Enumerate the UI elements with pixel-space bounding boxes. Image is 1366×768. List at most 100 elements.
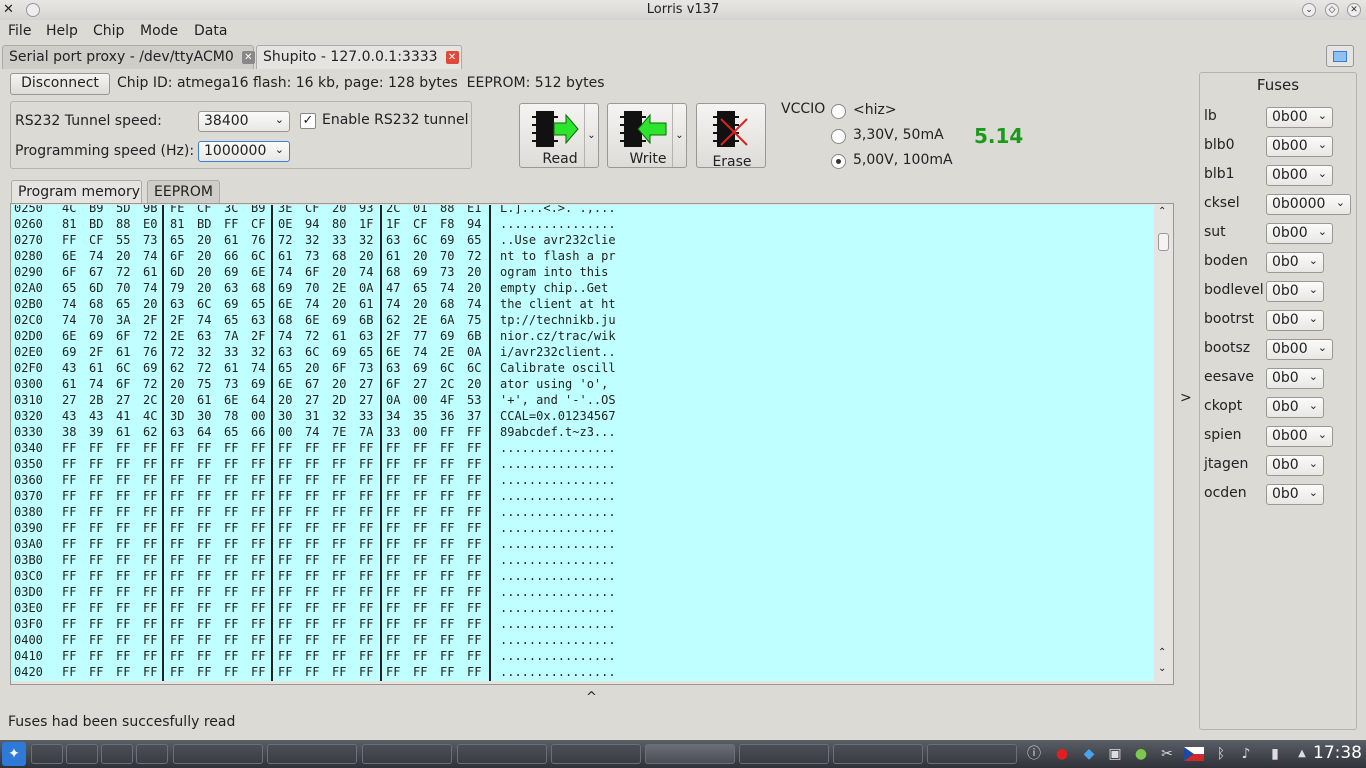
hex-byte[interactable]: FF [305, 521, 319, 535]
hex-byte[interactable]: 62 [170, 361, 184, 375]
hex-byte[interactable]: FF [116, 617, 130, 631]
write-button[interactable]: Write ⌄ [607, 103, 687, 168]
hex-byte[interactable]: FF [332, 489, 346, 503]
hex-byte[interactable]: FF [386, 457, 400, 471]
taskbar-window-3[interactable] [362, 744, 452, 764]
hex-byte[interactable]: 6F [386, 377, 400, 391]
hex-byte[interactable]: 41 [116, 409, 130, 423]
hex-byte[interactable]: FF [89, 633, 103, 647]
hex-byte[interactable]: FF [197, 505, 211, 519]
hex-byte[interactable]: FF [62, 633, 76, 647]
hex-byte[interactable]: FF [197, 441, 211, 455]
hex-byte[interactable]: 4C [62, 205, 76, 215]
hex-byte[interactable]: 2F [170, 313, 184, 327]
hex-byte[interactable]: 74 [89, 377, 103, 391]
hex-byte[interactable]: FF [278, 537, 292, 551]
hex-byte[interactable]: 55 [116, 233, 130, 247]
taskbar-window-2[interactable] [267, 744, 357, 764]
hex-byte[interactable]: FF [224, 457, 238, 471]
hex-byte[interactable]: 27 [359, 393, 373, 407]
opera-tray-icon[interactable]: ● [1053, 745, 1071, 763]
hex-byte[interactable]: 65 [224, 425, 238, 439]
hex-byte[interactable]: FF [413, 505, 427, 519]
clock[interactable]: 17:38 [1313, 743, 1362, 763]
fuse-select-bootsz[interactable]: 0b00 ⌄ [1266, 339, 1333, 360]
hex-byte[interactable]: FF [440, 473, 454, 487]
hex-ascii[interactable]: CCAL=0x.01234567 [500, 409, 616, 423]
page-up-icon[interactable]: ⌃ [1158, 647, 1166, 658]
hex-ascii[interactable]: ................ [500, 649, 616, 663]
hex-byte[interactable]: 2F [89, 345, 103, 359]
hex-byte[interactable]: 63 [386, 361, 400, 375]
hex-byte[interactable]: 68 [278, 313, 292, 327]
hex-byte[interactable]: FF [224, 217, 238, 231]
hex-ascii[interactable]: ................ [500, 537, 616, 551]
scroll-down-icon[interactable]: ⌄ [1158, 663, 1166, 674]
hex-byte[interactable]: 61 [89, 361, 103, 375]
hex-byte[interactable]: FF [116, 665, 130, 679]
taskbar-terminal[interactable] [173, 744, 263, 764]
hex-ascii[interactable]: '+', and '-'..OS [500, 393, 616, 407]
hex-byte[interactable]: 00 [251, 409, 265, 423]
hex-byte[interactable]: 0A [386, 393, 400, 407]
scissors-icon[interactable]: ✂ [1158, 745, 1176, 763]
collapse-arrow-icon[interactable]: ^ [586, 690, 597, 705]
hex-byte[interactable]: FF [197, 649, 211, 663]
hex-ascii[interactable]: ator using 'o', [500, 377, 616, 391]
hex-byte[interactable]: FF [251, 553, 265, 567]
hex-byte[interactable]: FF [413, 601, 427, 615]
hex-byte[interactable]: 20 [305, 361, 319, 375]
hex-byte[interactable]: 2C [386, 205, 400, 215]
hex-byte[interactable]: FF [224, 649, 238, 663]
hex-byte[interactable]: 20 [197, 265, 211, 279]
hex-byte[interactable]: 61 [359, 297, 373, 311]
hex-byte[interactable]: FF [413, 553, 427, 567]
programming-speed-select[interactable]: 1000000 ⌄ [198, 141, 290, 162]
hex-byte[interactable]: FF [278, 457, 292, 471]
hex-byte[interactable]: FF [170, 521, 184, 535]
hex-byte[interactable]: 72 [170, 345, 184, 359]
expand-panel-icon[interactable]: > [1180, 390, 1192, 406]
hex-byte[interactable]: 32 [197, 345, 211, 359]
hex-byte[interactable]: CF [89, 233, 103, 247]
hex-byte[interactable]: FF [359, 665, 373, 679]
hex-byte[interactable]: FF [62, 489, 76, 503]
hex-byte[interactable]: FF [332, 665, 346, 679]
hex-byte[interactable]: FF [116, 505, 130, 519]
hex-byte[interactable]: 20 [116, 249, 130, 263]
hex-byte[interactable]: FF [386, 633, 400, 647]
menu-chip[interactable]: Chip [93, 23, 124, 39]
hex-byte[interactable]: FF [197, 537, 211, 551]
hex-byte[interactable]: FF [89, 505, 103, 519]
hex-byte[interactable]: 72 [116, 265, 130, 279]
desktop-pager-2[interactable] [66, 744, 98, 764]
hex-byte[interactable]: 6F [170, 249, 184, 263]
hex-byte[interactable]: FF [332, 505, 346, 519]
hex-byte[interactable]: FF [143, 649, 157, 663]
hex-byte[interactable]: 80 [332, 217, 346, 231]
hex-byte[interactable]: 6E [386, 345, 400, 359]
hex-byte[interactable]: FF [143, 585, 157, 599]
hex-byte[interactable]: 43 [62, 409, 76, 423]
hex-ascii[interactable]: ................ [500, 441, 616, 455]
hex-byte[interactable]: FF [467, 569, 481, 583]
hex-ascii[interactable]: ................ [500, 553, 616, 567]
hex-byte[interactable]: FF [62, 457, 76, 471]
hex-byte[interactable]: FF [467, 457, 481, 471]
hex-byte[interactable]: FF [359, 569, 373, 583]
hex-byte[interactable]: FF [278, 505, 292, 519]
vccio-hiz-radio[interactable] [831, 104, 846, 119]
hex-byte[interactable]: FF [359, 537, 373, 551]
hex-byte[interactable]: 62 [143, 425, 157, 439]
hex-byte[interactable]: FF [386, 537, 400, 551]
hex-byte[interactable]: FF [170, 601, 184, 615]
hex-byte[interactable]: 6C [197, 297, 211, 311]
hex-byte[interactable]: 61 [197, 393, 211, 407]
hex-byte[interactable]: FF [170, 473, 184, 487]
hex-byte[interactable]: 33 [224, 345, 238, 359]
hex-byte[interactable]: FF [467, 553, 481, 567]
hex-byte[interactable]: 34 [386, 409, 400, 423]
hex-byte[interactable]: 2D [332, 393, 346, 407]
hex-byte[interactable]: FF [116, 537, 130, 551]
fuse-select-blb0[interactable]: 0b00 ⌄ [1266, 136, 1333, 157]
